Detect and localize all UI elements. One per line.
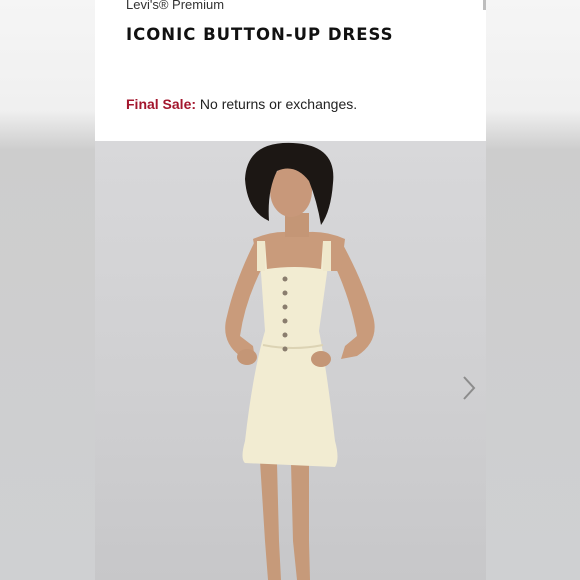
model-photo-illustration xyxy=(225,142,375,580)
brand-name[interactable]: Levi's® Premium xyxy=(126,0,224,12)
product-image[interactable] xyxy=(95,141,486,580)
chevron-right-icon[interactable] xyxy=(458,374,480,402)
final-sale-text: No returns or exchanges. xyxy=(196,96,358,112)
final-sale-notice: Final Sale: No returns or exchanges. xyxy=(126,96,357,112)
final-sale-label: Final Sale: xyxy=(126,96,197,112)
product-title: ICONIC BUTTON-UP DRESS xyxy=(126,25,394,44)
background-blur-left xyxy=(0,0,95,580)
background-blur-right xyxy=(486,0,580,580)
product-header: Levi's® Premium ICONIC BUTTON-UP DRESS F… xyxy=(95,0,486,141)
product-card: Levi's® Premium ICONIC BUTTON-UP DRESS F… xyxy=(95,0,486,580)
scrollbar[interactable] xyxy=(483,0,486,10)
